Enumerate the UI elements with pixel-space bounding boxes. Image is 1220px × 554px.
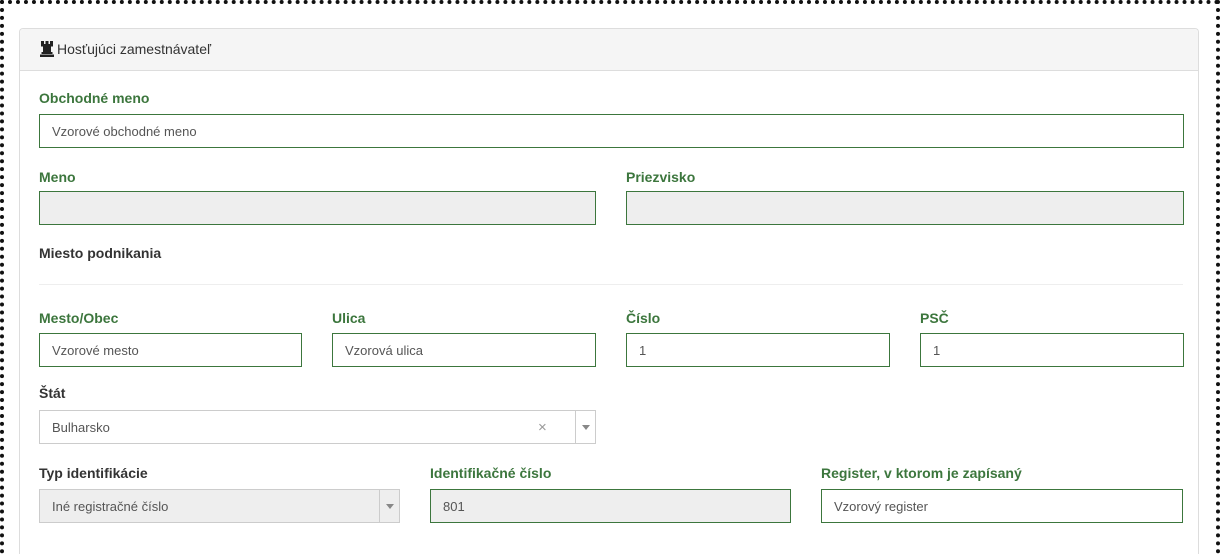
- business-name-label: Obchodné meno: [39, 90, 150, 106]
- section-divider: [39, 284, 1183, 285]
- last-name-label: Priezvisko: [626, 169, 696, 185]
- chevron-down-icon: [582, 425, 590, 430]
- id-type-select[interactable]: Iné registračné číslo: [39, 489, 400, 523]
- clear-icon[interactable]: ×: [538, 419, 547, 436]
- country-label: Štát: [39, 385, 66, 401]
- city-input[interactable]: [39, 333, 302, 367]
- postal-code-label: PSČ: [920, 310, 949, 326]
- country-select-value: Bulharsko: [52, 420, 110, 435]
- street-input[interactable]: [332, 333, 596, 367]
- first-name-label: Meno: [39, 169, 76, 185]
- number-label: Číslo: [626, 310, 661, 326]
- postal-code-input[interactable]: [920, 333, 1184, 367]
- number-input[interactable]: [626, 333, 890, 367]
- country-select[interactable]: Bulharsko ×: [39, 410, 596, 444]
- dropdown-toggle[interactable]: [379, 490, 400, 522]
- city-label: Mesto/Obec: [39, 310, 119, 326]
- street-label: Ulica: [332, 310, 366, 326]
- dropdown-toggle[interactable]: [575, 411, 596, 443]
- last-name-input[interactable]: [626, 191, 1184, 225]
- panel-heading: Hosťujúci zamestnávateľ: [20, 29, 1198, 71]
- place-of-business-heading: Miesto podnikania: [39, 245, 162, 261]
- register-label: Register, v ktorom je zapísaný: [821, 465, 1022, 481]
- id-type-select-value: Iné registračné číslo: [52, 499, 169, 514]
- panel-title: Hosťujúci zamestnávateľ: [57, 41, 212, 57]
- chevron-down-icon: [386, 504, 394, 509]
- register-input[interactable]: [821, 489, 1183, 523]
- id-number-label: Identifikačné číslo: [430, 465, 552, 481]
- first-name-input[interactable]: [39, 191, 596, 225]
- id-type-label: Typ identifikácie: [39, 465, 148, 481]
- host-employer-panel: Hosťujúci zamestnávateľ Obchodné meno Me…: [19, 28, 1199, 554]
- chess-rook-icon: [40, 41, 54, 57]
- id-number-input[interactable]: [430, 489, 791, 523]
- business-name-input[interactable]: [39, 114, 1184, 148]
